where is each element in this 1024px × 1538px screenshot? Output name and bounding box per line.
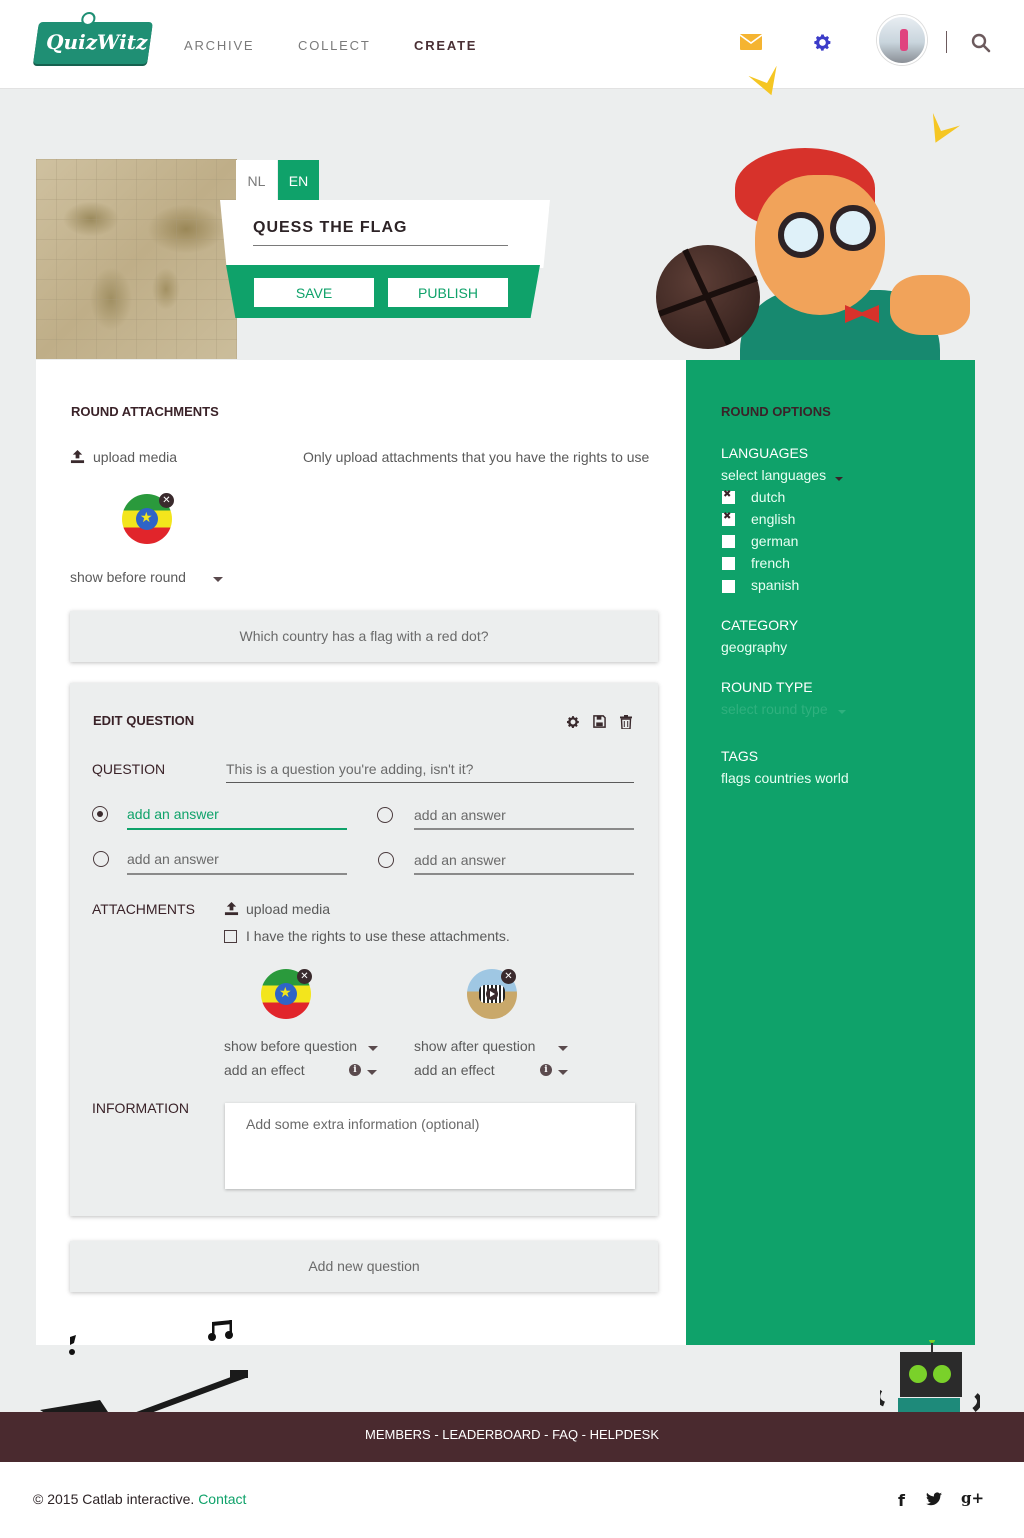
question-label: QUESTION bbox=[92, 761, 166, 777]
user-avatar[interactable] bbox=[877, 15, 927, 65]
information-placeholder: Add some extra information (optional) bbox=[246, 1116, 480, 1132]
language-checkbox-french[interactable] bbox=[722, 557, 735, 570]
remove-attachment-icon[interactable]: ✕ bbox=[297, 969, 312, 984]
answer-radio-1[interactable] bbox=[92, 806, 108, 822]
answer-input-1[interactable]: add an answer bbox=[127, 806, 219, 822]
copyright: © 2015 Catlab interactive. Contact bbox=[33, 1491, 247, 1507]
tags-label: TAGS bbox=[721, 748, 759, 764]
header-divider bbox=[946, 31, 947, 53]
category-value[interactable]: geography bbox=[721, 639, 787, 655]
language-label-english: english bbox=[751, 511, 796, 527]
answer-underline-3 bbox=[127, 873, 347, 875]
round-type-label: ROUND TYPE bbox=[721, 679, 813, 695]
information-label: INFORMATION bbox=[92, 1100, 189, 1116]
rights-checkbox[interactable] bbox=[224, 930, 237, 943]
attachments-label: ATTACHMENTS bbox=[92, 901, 195, 917]
language-checkbox-dutch[interactable] bbox=[722, 489, 735, 504]
music-note-icon bbox=[208, 1320, 236, 1347]
settings-icon[interactable] bbox=[566, 715, 580, 729]
language-checkbox-german[interactable] bbox=[722, 535, 735, 548]
attachment2-effect-select[interactable]: add an effect bbox=[414, 1062, 495, 1078]
trash-icon[interactable] bbox=[620, 715, 634, 730]
chevron-down-icon[interactable] bbox=[838, 710, 846, 714]
save-button[interactable]: SAVE bbox=[254, 278, 374, 307]
answer-radio-2[interactable] bbox=[377, 807, 393, 823]
round-options-heading: ROUND OPTIONS bbox=[721, 404, 831, 419]
rights-notice: Only upload attachments that you have th… bbox=[303, 449, 650, 465]
language-label-spanish: spanish bbox=[751, 577, 800, 593]
facebook-icon[interactable]: f bbox=[898, 1491, 905, 1510]
answer-underline-2 bbox=[414, 828, 634, 830]
upload-icon[interactable] bbox=[70, 449, 86, 465]
language-checkbox-english[interactable] bbox=[722, 511, 735, 526]
add-question-button[interactable]: Add new question bbox=[70, 1241, 658, 1292]
mail-icon[interactable] bbox=[739, 33, 763, 51]
language-checkbox-spanish[interactable] bbox=[722, 580, 735, 593]
language-label-french: french bbox=[751, 555, 790, 571]
edit-question-heading: EDIT QUESTION bbox=[93, 713, 195, 728]
rights-checkbox-label: I have the rights to use these attachmen… bbox=[246, 928, 510, 944]
answer-input-2[interactable]: add an answer bbox=[414, 807, 506, 823]
lang-tab-nl[interactable]: NL bbox=[236, 160, 277, 201]
upload-media-link[interactable]: upload media bbox=[246, 901, 330, 917]
chevron-down-icon[interactable] bbox=[835, 477, 843, 481]
nav-create[interactable]: CREATE bbox=[414, 38, 477, 53]
chevron-down-icon[interactable] bbox=[367, 1070, 377, 1075]
information-textarea[interactable]: Add some extra information (optional) bbox=[225, 1103, 635, 1189]
round-type-select[interactable]: select round type bbox=[721, 701, 828, 717]
save-icon[interactable] bbox=[593, 715, 607, 729]
quizwitz-logo[interactable]: QuizWitz bbox=[33, 12, 153, 64]
round-options-panel bbox=[686, 360, 975, 1345]
world-map-image bbox=[36, 159, 237, 359]
category-label: CATEGORY bbox=[721, 617, 799, 633]
nav-archive[interactable]: ARCHIVE bbox=[184, 38, 254, 53]
question-text: Which country has a flag with a red dot? bbox=[239, 628, 489, 644]
nav-collect[interactable]: COLLECT bbox=[298, 38, 371, 53]
answer-input-4[interactable]: add an answer bbox=[414, 852, 506, 868]
chevron-down-icon[interactable] bbox=[368, 1046, 378, 1051]
chevron-down-icon[interactable] bbox=[558, 1070, 568, 1075]
contact-link[interactable]: Contact bbox=[198, 1491, 246, 1507]
chevron-down-icon[interactable] bbox=[558, 1046, 568, 1051]
language-label-german: german bbox=[751, 533, 799, 549]
lang-tab-en[interactable]: EN bbox=[278, 160, 319, 201]
music-note-icon bbox=[66, 1335, 80, 1362]
quiz-title-input[interactable]: QUESS THE FLAG bbox=[253, 219, 407, 237]
answer-radio-3[interactable] bbox=[93, 851, 109, 867]
attachment1-show-select[interactable]: show before question bbox=[224, 1038, 357, 1054]
chevron-down-icon[interactable] bbox=[213, 577, 223, 582]
question-underline bbox=[226, 782, 634, 783]
answer-underline-4 bbox=[414, 873, 634, 875]
gear-icon[interactable] bbox=[812, 32, 832, 52]
answer-underline-1 bbox=[127, 828, 347, 830]
question-card-collapsed[interactable]: Which country has a flag with a red dot? bbox=[70, 611, 658, 662]
info-icon[interactable]: i bbox=[349, 1064, 361, 1076]
question-input[interactable]: This is a question you're adding, isn't … bbox=[226, 761, 473, 777]
add-question-label: Add new question bbox=[308, 1258, 420, 1274]
attachment1-effect-select[interactable]: add an effect bbox=[224, 1062, 305, 1078]
tags-value[interactable]: flags countries world bbox=[721, 770, 849, 786]
answer-radio-4[interactable] bbox=[378, 852, 394, 868]
site-header: QuizWitz ARCHIVE COLLECT CREATE bbox=[0, 0, 1024, 89]
upload-icon[interactable] bbox=[224, 901, 240, 917]
show-before-round-select[interactable]: show before round bbox=[70, 569, 186, 585]
info-icon[interactable]: i bbox=[540, 1064, 552, 1076]
twitter-icon[interactable] bbox=[926, 1492, 942, 1511]
remove-attachment-icon[interactable]: ✕ bbox=[159, 493, 174, 508]
footer-links[interactable]: MEMBERS - LEADERBOARD - FAQ - HELPDESK bbox=[0, 1427, 1024, 1442]
attachment2-show-select[interactable]: show after question bbox=[414, 1038, 535, 1054]
title-underline bbox=[253, 245, 508, 246]
answer-input-3[interactable]: add an answer bbox=[127, 851, 219, 867]
remove-attachment-icon[interactable]: ✕ bbox=[501, 969, 516, 984]
languages-label: LANGUAGES bbox=[721, 445, 809, 461]
language-label-dutch: dutch bbox=[751, 489, 786, 505]
search-icon[interactable] bbox=[970, 32, 992, 54]
languages-select[interactable]: select languages bbox=[721, 467, 826, 483]
upload-media-link[interactable]: upload media bbox=[93, 449, 177, 465]
butterfly-illustration bbox=[922, 113, 960, 149]
round-attachments-heading: ROUND ATTACHMENTS bbox=[71, 404, 219, 419]
google-plus-icon[interactable]: g+ bbox=[961, 1489, 984, 1507]
publish-button[interactable]: PUBLISH bbox=[388, 278, 508, 307]
